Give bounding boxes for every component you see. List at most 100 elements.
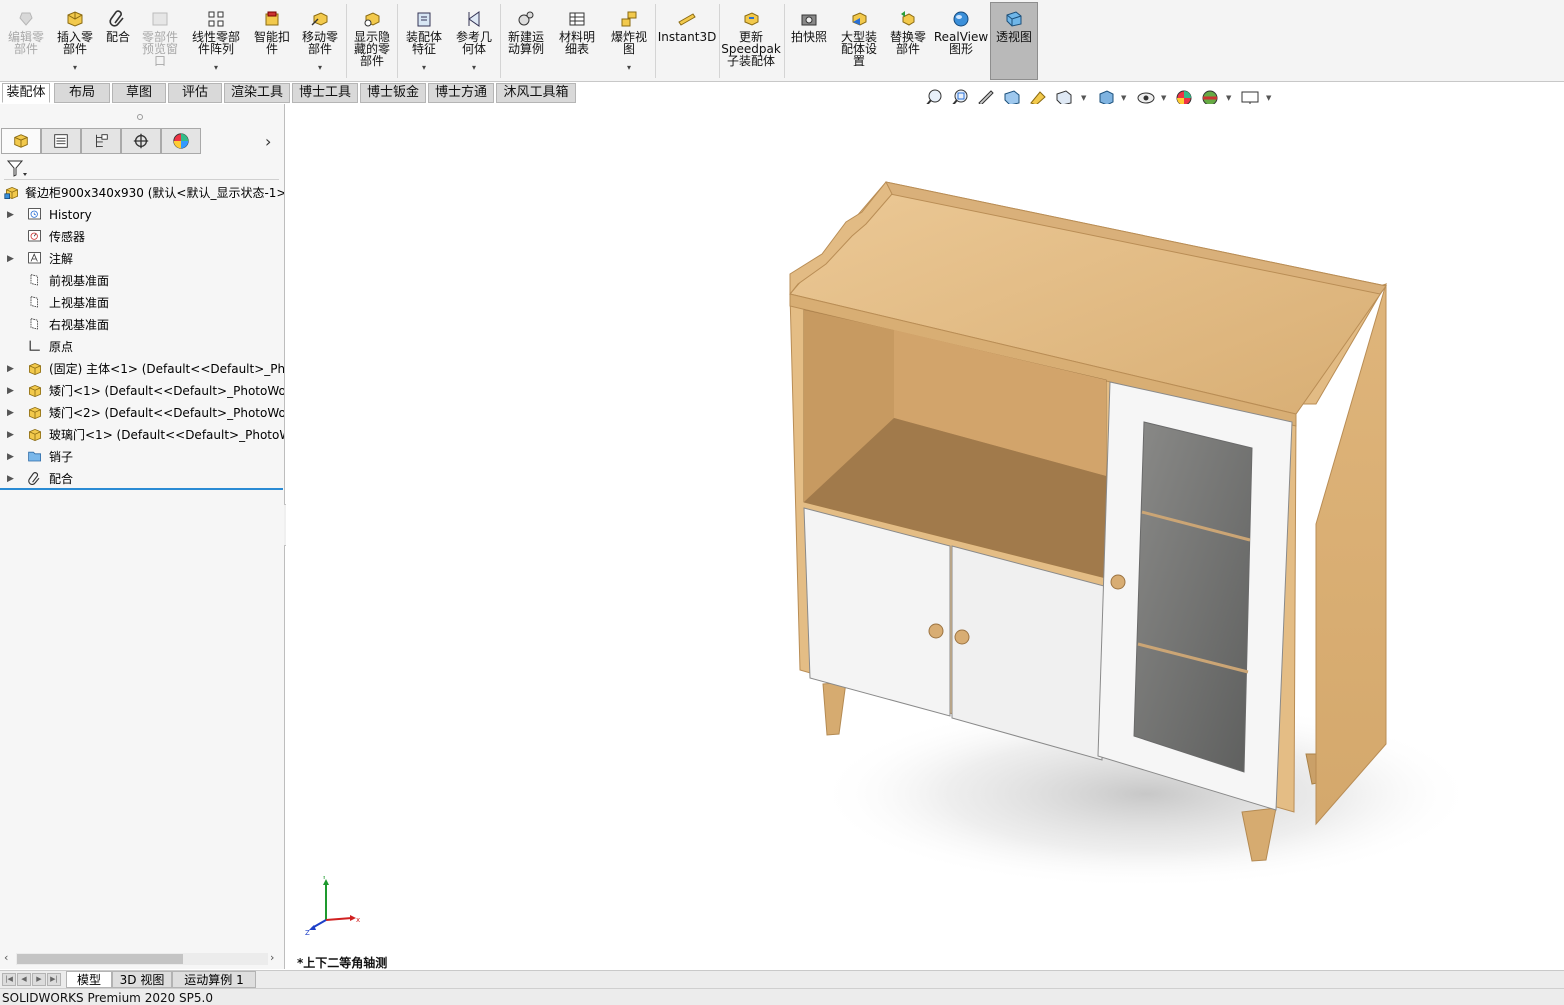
tab-evaluate[interactable]: 评估 [168,83,222,103]
rollback-bar[interactable] [0,488,283,490]
bill-of-materials-button[interactable]: 材料明 细表 [554,3,600,79]
tab-motion-study[interactable]: 运动算例 1 [172,971,256,988]
scroll-thumb[interactable] [17,954,183,964]
speedpak-icon [744,12,759,26]
tab-assembly[interactable]: 装配体 [2,83,50,103]
tab-mufeng-toolbox[interactable]: 沐风工具箱 [496,83,576,103]
chevron-down-icon[interactable]: ▾ [472,63,476,72]
tab-3d-views[interactable]: 3D 视图 [112,971,172,988]
tab-configuration-manager[interactable] [81,128,121,154]
chevron-down-icon[interactable]: ▼ [1266,94,1271,102]
linear-pattern-button[interactable]: 线性零部 件阵列 ▾ [186,3,246,79]
replace-components-button[interactable]: 替换零 部件 [885,3,931,79]
tree-item[interactable]: ▶ 注解 [0,248,284,270]
take-snapshot-button[interactable]: 拍快照 [787,3,831,79]
insert-part-button[interactable]: 插入零 部件 ▾ [52,3,98,79]
chevron-down-icon[interactable]: ▾ [318,63,322,72]
graphics-area[interactable]: Y x Z *上下二等角轴测 [286,104,1564,970]
expand-arrow-icon[interactable]: ▶ [7,402,14,424]
edit-part-icon [19,12,33,26]
part-preview-button[interactable]: 零部件 预览窗 口 [138,3,182,79]
tab-dimxpert-manager[interactable] [121,128,161,154]
chevron-down-icon[interactable]: ▾ [627,63,631,72]
dimxpert-crosshair-icon [133,133,149,149]
ribbon-divider [719,4,720,78]
tab-boshi-tube[interactable]: 博士方通 [428,83,494,103]
tree-item[interactable]: 传感器 [0,226,284,248]
expand-arrow-icon[interactable]: ▶ [7,424,14,446]
tab-boshi-tools[interactable]: 博士工具 [292,83,358,103]
prev-tab-arrow-icon[interactable]: ◀ [17,973,31,986]
part-icon [29,362,41,376]
next-tab-arrow-icon[interactable]: ▶ [32,973,46,986]
command-manager-ribbon: 编辑零 部件 插入零 部件 ▾ 配合 零部件 预览窗 口 线性零部 件阵列 ▾ … [0,0,1564,82]
assembly-features-button[interactable]: 装配体 特征 ▾ [401,3,447,79]
tree-horizontal-scrollbar[interactable]: ‹ › [0,950,284,968]
chevron-down-icon[interactable]: ▾ [214,63,218,72]
expand-arrow-icon[interactable]: ▶ [7,358,14,380]
perspective-button[interactable]: 透视图 [990,2,1038,80]
tree-item[interactable]: 原点 [0,336,284,358]
expand-arrow-icon[interactable]: ▶ [7,468,14,490]
show-hidden-button[interactable]: 显示隐 藏的零 部件 [350,3,394,79]
edit-part-button[interactable]: 编辑零 部件 [4,3,48,79]
realview-button[interactable]: RealView 图形 [934,3,988,79]
first-tab-arrow-icon[interactable]: |◀ [2,973,16,986]
ribbon-divider [784,4,785,78]
tab-feature-manager[interactable] [1,128,41,154]
tree-item[interactable]: ▶ 玻璃门<1> (Default<<Default>_PhotoWorks Di… [0,424,284,446]
exploded-view-button[interactable]: 爆炸视 图 ▾ [606,3,652,79]
show-hidden-icon [364,12,380,27]
tab-layout[interactable]: 布局 [54,83,110,103]
scroll-left-arrow-icon[interactable]: ‹ [4,951,8,964]
tab-boshi-sheetmetal[interactable]: 博士钣金 [360,83,426,103]
tree-item[interactable]: ▶ 配合 [0,468,284,490]
tab-display-manager[interactable] [161,128,201,154]
cabinet-model-render[interactable] [286,104,1564,970]
tree-item[interactable]: ▶ (固定) 主体<1> (Default<<Default>_PhotoWork… [0,358,284,380]
filter-funnel-icon[interactable] [6,159,28,179]
chevron-down-icon[interactable]: ▼ [1121,94,1126,102]
chevron-right-icon[interactable]: › [265,132,271,151]
tree-root-assembly[interactable]: 餐边柜900x340x930 (默认<默认_显示状态-1>) [0,182,284,204]
chevron-down-icon[interactable]: ▼ [1081,94,1086,102]
panel-grip-handle[interactable] [137,114,143,120]
new-motion-study-button[interactable]: 新建运 动算例 [504,3,548,79]
tree-item[interactable]: ▶ History [0,204,284,226]
tree-filter-bar[interactable] [4,156,279,180]
tree-item[interactable]: 右视基准面 [0,314,284,336]
tree-item[interactable]: 上视基准面 [0,292,284,314]
door-knob [1110,574,1126,590]
tab-model[interactable]: 模型 [66,971,112,988]
mate-button[interactable]: 配合 [100,3,136,79]
expand-arrow-icon[interactable]: ▶ [7,380,14,402]
tree-item[interactable]: ▶ 矮门<1> (Default<<Default>_PhotoWorks Dis… [0,380,284,402]
expand-arrow-icon[interactable]: ▶ [7,248,14,270]
chevron-down-icon[interactable]: ▾ [422,63,426,72]
expand-arrow-icon[interactable]: ▶ [7,204,14,226]
tab-sketch[interactable]: 草图 [112,83,166,103]
exploded-view-icon [621,11,637,27]
move-component-button[interactable]: 移动零 部件 ▾ [297,3,343,79]
tab-property-manager[interactable] [41,128,81,154]
fastener-icon [265,11,279,26]
chevron-down-icon[interactable]: ▼ [1161,94,1166,102]
history-icon [28,208,41,220]
instant3d-button[interactable]: Instant3D [658,3,716,79]
last-tab-arrow-icon[interactable]: ▶| [47,973,61,986]
tab-render-tools[interactable]: 渲染工具 [224,83,290,103]
tree-item[interactable]: 前视基准面 [0,270,284,292]
reference-geometry-button[interactable]: 参考几 何体 ▾ [451,3,497,79]
smart-fasteners-button[interactable]: 智能扣 件 [250,3,294,79]
chevron-down-icon[interactable]: ▾ [73,63,77,72]
large-assembly-button[interactable]: 大型装 配体设 置 [835,3,883,79]
scroll-right-arrow-icon[interactable]: › [270,951,274,964]
mates-icon [28,472,40,485]
update-speedpak-button[interactable]: 更新 Speedpak 子装配体 [721,3,781,79]
display-manager-icon [173,133,189,149]
expand-arrow-icon[interactable]: ▶ [7,446,14,468]
chevron-down-icon[interactable]: ▼ [1226,94,1231,102]
tree-item[interactable]: ▶ 矮门<2> (Default<<Default>_PhotoWorks Dis… [0,402,284,424]
tree-item[interactable]: ▶ 销子 [0,446,284,468]
ruler-icon [678,13,696,26]
